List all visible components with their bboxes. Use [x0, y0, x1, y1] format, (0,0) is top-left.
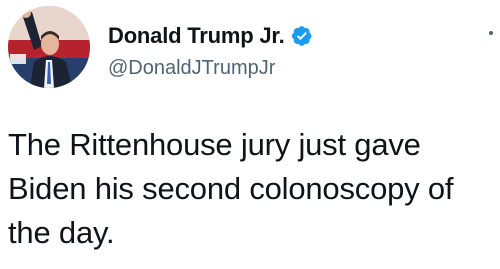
- author-avatar[interactable]: [8, 6, 90, 88]
- tweet-text: The Rittenhouse jury just gave Biden his…: [8, 127, 454, 250]
- author-name-row: Donald Trump Jr.: [108, 22, 313, 50]
- author-display-name[interactable]: Donald Trump Jr.: [108, 23, 285, 49]
- more-dot: [489, 31, 493, 35]
- more-options-icon[interactable]: [486, 26, 496, 40]
- avatar-photo: [8, 6, 90, 88]
- tweet-card: Donald Trump Jr. @DonaldJTrumpJr The Rit…: [0, 0, 500, 269]
- author-handle[interactable]: @DonaldJTrumpJr: [108, 57, 275, 80]
- verified-badge-icon: [291, 25, 313, 47]
